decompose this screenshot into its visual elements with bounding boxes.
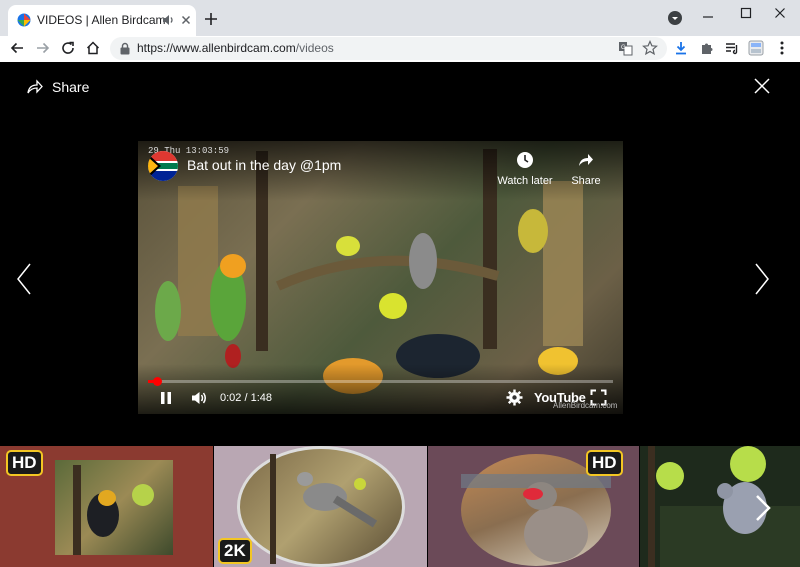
download-icon[interactable] bbox=[673, 40, 689, 56]
tab-close-icon[interactable] bbox=[178, 12, 194, 28]
video-thumbnail[interactable]: HD bbox=[428, 446, 639, 567]
watch-later-label: Watch later bbox=[497, 175, 553, 187]
profile-avatar-icon[interactable] bbox=[748, 40, 764, 56]
channel-avatar[interactable] bbox=[148, 151, 178, 181]
thumbnail-image bbox=[640, 446, 800, 567]
quality-badge: HD bbox=[6, 450, 43, 476]
video-progress-bar[interactable] bbox=[148, 377, 613, 386]
thumbnail-birds bbox=[270, 454, 378, 564]
thumbnail-strip: HD 2K HD bbox=[0, 446, 800, 567]
translate-icon[interactable]: G bbox=[618, 41, 633, 56]
youtube-share-label: Share bbox=[571, 175, 601, 187]
svg-text:G: G bbox=[621, 45, 626, 51]
thumbnails-next-arrow-icon[interactable] bbox=[754, 494, 772, 522]
video-thumbnail[interactable]: 2K bbox=[214, 446, 427, 567]
clock-icon bbox=[517, 152, 533, 168]
extensions-puzzle-icon[interactable] bbox=[699, 40, 715, 56]
window-minimize-icon[interactable] bbox=[700, 9, 716, 25]
thumbnail-image bbox=[55, 460, 173, 555]
back-arrow-icon[interactable] bbox=[9, 40, 25, 56]
share-label: Share bbox=[52, 79, 90, 95]
share-arrow-icon bbox=[27, 79, 43, 94]
browser-tab[interactable]: VIDEOS | Allen Birdcam bbox=[8, 5, 196, 36]
video-thumbnail[interactable] bbox=[640, 446, 800, 567]
video-lightbox: Share 29 Thu 13:03:59 Bat out in the day… bbox=[0, 62, 800, 567]
quality-badge: HD bbox=[586, 450, 623, 476]
lightbox-share-button[interactable]: Share bbox=[26, 78, 89, 96]
more-menu-icon[interactable] bbox=[774, 40, 790, 56]
url-text[interactable]: https://www.allenbirdcam.com/videos bbox=[137, 41, 334, 55]
time-display: 0:02 / 1:48 bbox=[220, 392, 272, 404]
quality-badge: 2K bbox=[218, 538, 252, 564]
volume-icon[interactable] bbox=[190, 389, 208, 407]
bookmark-star-icon[interactable] bbox=[642, 40, 658, 56]
lock-icon[interactable] bbox=[119, 42, 131, 55]
lightbox-close-icon[interactable] bbox=[752, 76, 772, 96]
forward-arrow-icon[interactable] bbox=[35, 40, 51, 56]
url-domain: https://www.allenbirdcam.com bbox=[137, 41, 296, 55]
video-title[interactable]: Bat out in the day @1pm bbox=[187, 157, 341, 173]
browser-toolbar: https://www.allenbirdcam.com/videos G bbox=[0, 36, 800, 62]
video-bottom-gradient bbox=[138, 364, 623, 414]
site-favicon-icon bbox=[17, 13, 31, 27]
tab-search-dropdown-icon[interactable] bbox=[668, 11, 682, 25]
thumbnail-birds bbox=[73, 465, 154, 555]
speaker-audio-icon[interactable] bbox=[161, 13, 175, 27]
thumbnail-image bbox=[237, 446, 405, 567]
youtube-share-button[interactable]: Share bbox=[568, 151, 604, 187]
new-tab-plus-icon[interactable] bbox=[203, 11, 219, 27]
flag-icon bbox=[148, 151, 178, 181]
previous-arrow-icon[interactable] bbox=[14, 262, 34, 296]
reload-icon[interactable] bbox=[60, 40, 76, 56]
browser-tab-strip: VIDEOS | Allen Birdcam bbox=[0, 0, 800, 36]
share-arrow-icon bbox=[579, 154, 593, 166]
address-bar[interactable]: https://www.allenbirdcam.com/videos G bbox=[110, 37, 667, 60]
pause-icon[interactable] bbox=[158, 390, 174, 406]
window-close-icon[interactable] bbox=[772, 5, 788, 21]
watch-later-button[interactable]: Watch later bbox=[496, 151, 554, 187]
window-maximize-icon[interactable] bbox=[738, 5, 754, 21]
media-playlist-icon[interactable] bbox=[724, 40, 740, 56]
youtube-video-player[interactable]: 29 Thu 13:03:59 Bat out in the day @1pm … bbox=[138, 141, 623, 414]
video-watermark: AllenBirdcam.com bbox=[553, 401, 618, 410]
url-path: /videos bbox=[295, 41, 334, 55]
home-icon[interactable] bbox=[85, 40, 101, 56]
tab-title: VIDEOS | Allen Birdcam bbox=[37, 13, 166, 27]
video-thumbnail[interactable]: HD bbox=[0, 446, 213, 567]
settings-gear-icon[interactable] bbox=[506, 389, 523, 406]
next-arrow-icon[interactable] bbox=[752, 262, 772, 296]
